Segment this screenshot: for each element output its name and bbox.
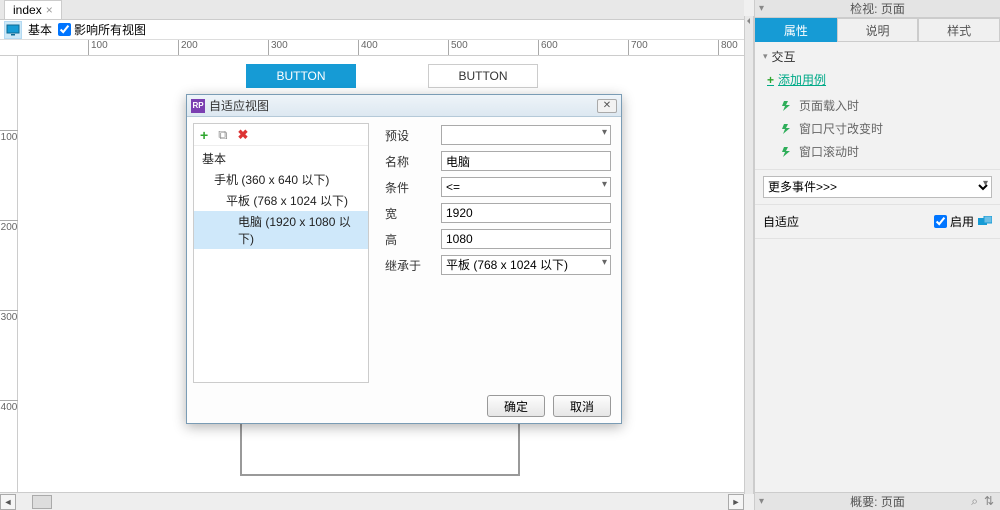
ruler-tick: 500 bbox=[448, 40, 468, 56]
adaptive-row: 自适应 启用 bbox=[755, 205, 1000, 239]
dialog-title-text: 自适应视图 bbox=[209, 97, 593, 114]
enable-adaptive-checkbox[interactable]: 启用 bbox=[934, 213, 974, 230]
event-item[interactable]: 页面载入时 bbox=[763, 94, 992, 117]
outline-title: 概要: 页面 bbox=[850, 493, 905, 510]
viewport-icon[interactable] bbox=[4, 21, 22, 39]
ruler-tick: 600 bbox=[538, 40, 558, 56]
close-icon[interactable]: × bbox=[46, 3, 53, 17]
lightning-icon bbox=[781, 124, 793, 134]
collapse-icon[interactable]: ▾ bbox=[759, 496, 764, 507]
condition-label: 条件 bbox=[385, 179, 433, 196]
inspector-header: ▾ 检视: 页面 bbox=[755, 0, 1000, 18]
tree-item[interactable]: 手机 (360 x 640 以下) bbox=[194, 169, 368, 190]
event-item[interactable]: 窗口滚动时 bbox=[763, 140, 992, 163]
width-input[interactable] bbox=[441, 203, 611, 223]
tab-style[interactable]: 样式 bbox=[918, 18, 1000, 42]
tree-item-selected[interactable]: 电脑 (1920 x 1080 以下) bbox=[194, 211, 368, 249]
inspector-title: 检视: 页面 bbox=[850, 0, 905, 17]
collapse-icon[interactable]: ▾ bbox=[759, 3, 764, 14]
ruler-tick: 200 bbox=[178, 40, 198, 56]
dialog-body: + ⧉ ✖ 基本 手机 (360 x 640 以下) 平板 (768 x 102… bbox=[187, 117, 621, 389]
scroll-left-arrow-icon[interactable]: ◄ bbox=[0, 494, 16, 510]
tree-item[interactable]: 平板 (768 x 1024 以下) bbox=[194, 190, 368, 211]
button-label: BUTTON bbox=[458, 69, 507, 83]
ruler-tick: 100 bbox=[0, 130, 18, 143]
sort-icon[interactable]: ⇅ bbox=[984, 494, 994, 509]
inherit-select[interactable]: 平板 (768 x 1024 以下) bbox=[441, 255, 611, 275]
ok-button[interactable]: 确定 bbox=[487, 395, 545, 417]
scroll-right-arrow-icon[interactable]: ► bbox=[728, 494, 744, 510]
vertical-ruler: 100 200 300 400 bbox=[0, 56, 18, 492]
adaptive-views-dialog: RP 自适应视图 ✕ + ⧉ ✖ 基本 手机 (360 x 640 以下) 平板… bbox=[186, 94, 622, 424]
ruler-tick: 700 bbox=[628, 40, 648, 56]
add-case-link[interactable]: + 添加用例 bbox=[767, 71, 992, 88]
plus-icon: + bbox=[767, 73, 774, 87]
more-events-row: 更多事件>>> bbox=[755, 170, 1000, 205]
duplicate-view-icon[interactable]: ⧉ bbox=[218, 127, 227, 143]
dialog-footer: 确定 取消 bbox=[187, 389, 621, 423]
main-canvas-area: index × 基本 影响所有视图 100 200 300 400 500 60… bbox=[0, 0, 744, 510]
width-label: 宽 bbox=[385, 205, 433, 222]
preset-label: 预设 bbox=[385, 127, 433, 144]
height-label: 高 bbox=[385, 231, 433, 248]
horizontal-scrollbar[interactable]: ◄ ► bbox=[0, 492, 744, 510]
scroll-track[interactable] bbox=[16, 494, 728, 510]
affect-all-views-checkbox[interactable]: 影响所有视图 bbox=[58, 21, 146, 38]
ruler-tick: 200 bbox=[0, 220, 18, 233]
dialog-close-button[interactable]: ✕ bbox=[597, 99, 617, 113]
outline-footer: ▾ 概要: 页面 ⌕ ⇅ bbox=[755, 492, 1000, 510]
splitter-handle-icon bbox=[747, 18, 753, 24]
screens-icon[interactable] bbox=[978, 216, 992, 228]
interaction-section-title[interactable]: 交互 bbox=[763, 48, 992, 65]
preset-select[interactable] bbox=[441, 125, 611, 145]
adaptive-label: 自适应 bbox=[763, 213, 799, 230]
event-item[interactable]: 窗口尺寸改变时 bbox=[763, 117, 992, 140]
affect-all-views-label: 影响所有视图 bbox=[74, 21, 146, 38]
height-input[interactable] bbox=[441, 229, 611, 249]
condition-select[interactable]: <= bbox=[441, 177, 611, 197]
document-tab-bar: index × bbox=[0, 0, 744, 20]
name-label: 名称 bbox=[385, 153, 433, 170]
ruler-tick: 800 bbox=[718, 40, 738, 56]
view-form: 预设 名称 条件 <= 宽 高 bbox=[375, 117, 621, 389]
button-label: BUTTON bbox=[276, 69, 325, 83]
inspector-panel: ▾ 检视: 页面 属性 说明 样式 交互 + 添加用例 页面载入时 窗口尺寸改变… bbox=[754, 0, 1000, 510]
lightning-icon bbox=[781, 101, 793, 111]
ruler-tick: 100 bbox=[88, 40, 108, 56]
filter-icon[interactable]: ⌕ bbox=[971, 494, 978, 509]
panel-splitter[interactable] bbox=[744, 16, 754, 494]
tree-item-root[interactable]: 基本 bbox=[194, 148, 368, 169]
document-tab-index[interactable]: index × bbox=[4, 0, 62, 19]
inspector-tabs: 属性 说明 样式 bbox=[755, 18, 1000, 42]
lightning-icon bbox=[781, 147, 793, 157]
views-tree[interactable]: 基本 手机 (360 x 640 以下) 平板 (768 x 1024 以下) … bbox=[194, 146, 368, 382]
interaction-section: 交互 + 添加用例 页面载入时 窗口尺寸改变时 窗口滚动时 bbox=[755, 42, 1000, 170]
tab-properties[interactable]: 属性 bbox=[755, 18, 837, 42]
dialog-titlebar[interactable]: RP 自适应视图 ✕ bbox=[187, 95, 621, 117]
tree-toolbar: + ⧉ ✖ bbox=[194, 124, 368, 146]
app-icon: RP bbox=[191, 99, 205, 113]
views-tree-panel: + ⧉ ✖ 基本 手机 (360 x 640 以下) 平板 (768 x 102… bbox=[193, 123, 369, 383]
widget-button-secondary[interactable]: BUTTON bbox=[428, 64, 538, 88]
view-toolbar: 基本 影响所有视图 bbox=[0, 20, 744, 40]
cancel-button[interactable]: 取消 bbox=[553, 395, 611, 417]
scroll-thumb[interactable] bbox=[32, 495, 52, 509]
ruler-tick: 400 bbox=[358, 40, 378, 56]
widget-button-primary[interactable]: BUTTON bbox=[246, 64, 356, 88]
tab-label: index bbox=[13, 3, 42, 17]
ruler-tick: 300 bbox=[268, 40, 288, 56]
delete-view-icon[interactable]: ✖ bbox=[237, 127, 248, 143]
affect-all-views-input[interactable] bbox=[58, 23, 71, 36]
more-events-select[interactable]: 更多事件>>> bbox=[763, 176, 992, 198]
basic-label: 基本 bbox=[28, 21, 52, 38]
enable-adaptive-input[interactable] bbox=[934, 215, 947, 228]
ruler-tick: 300 bbox=[0, 310, 18, 323]
add-view-icon[interactable]: + bbox=[200, 127, 208, 143]
ruler-tick: 400 bbox=[0, 400, 18, 413]
horizontal-ruler: 100 200 300 400 500 600 700 800 bbox=[0, 40, 744, 56]
inherit-label: 继承于 bbox=[385, 257, 433, 274]
tab-notes[interactable]: 说明 bbox=[837, 18, 919, 42]
name-input[interactable] bbox=[441, 151, 611, 171]
